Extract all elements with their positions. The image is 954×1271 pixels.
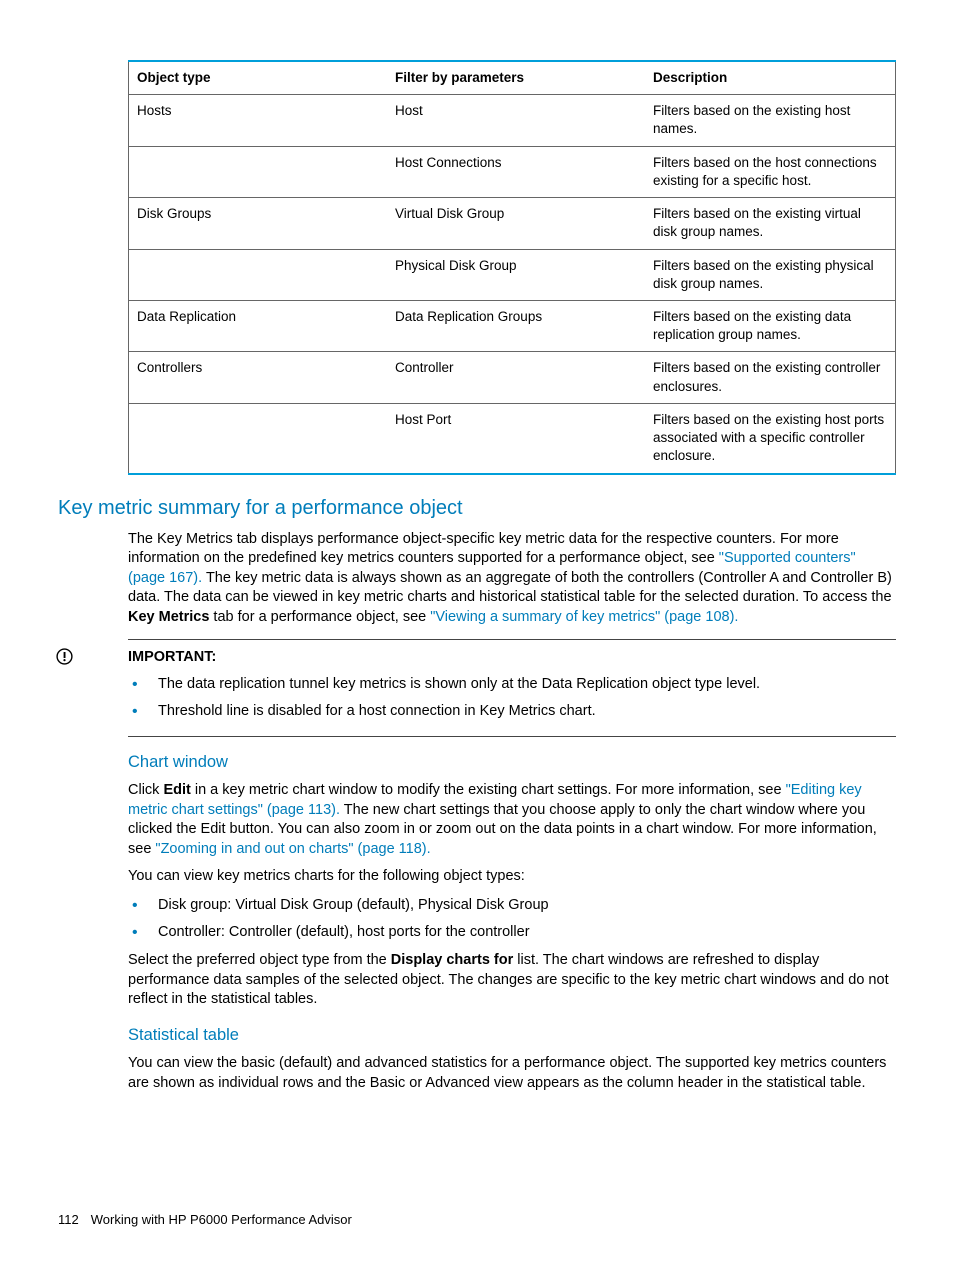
page-number: 112: [58, 1212, 79, 1227]
table-row: Data Replication Data Replication Groups…: [129, 300, 896, 351]
cell: Filters based on the host connections ex…: [645, 146, 896, 197]
cell: Filters based on the existing physical d…: [645, 249, 896, 300]
cell: Data Replication Groups: [387, 300, 645, 351]
cell: Disk Groups: [129, 198, 388, 249]
footer-title: Working with HP P6000 Performance Adviso…: [91, 1212, 352, 1227]
cell: Filters based on the existing controller…: [645, 352, 896, 403]
cell: Filters based on the existing host ports…: [645, 403, 896, 473]
paragraph: Click Edit in a key metric chart window …: [128, 781, 896, 859]
bold-text: Edit: [163, 782, 190, 798]
table-row: Controllers Controller Filters based on …: [129, 352, 896, 403]
text: The key metric data is always shown as a…: [128, 570, 892, 606]
filter-parameters-table: Object type Filter by parameters Descrip…: [128, 60, 896, 475]
important-icon: [56, 648, 73, 672]
header-object-type: Object type: [129, 61, 388, 95]
section-heading-key-metric-summary: Key metric summary for a performance obj…: [58, 495, 896, 522]
content-column: Object type Filter by parameters Descrip…: [128, 60, 896, 1093]
text: in a key metric chart window to modify t…: [191, 782, 786, 798]
table-row: Disk Groups Virtual Disk Group Filters b…: [129, 198, 896, 249]
list-item: Threshold line is disabled for a host co…: [158, 701, 896, 722]
cell: Controllers: [129, 352, 388, 403]
cell: Controller: [387, 352, 645, 403]
cell: Data Replication: [129, 300, 388, 351]
list-item: Disk group: Virtual Disk Group (default)…: [158, 895, 896, 916]
important-callout: IMPORTANT: The data replication tunnel k…: [128, 639, 896, 737]
important-list: The data replication tunnel key metrics …: [128, 674, 896, 722]
text: Select the preferred object type from th…: [128, 952, 391, 968]
paragraph: You can view key metrics charts for the …: [128, 867, 896, 887]
link-viewing-summary[interactable]: "Viewing a summary of key metrics" (page…: [430, 609, 738, 625]
page-footer: 112 Working with HP P6000 Performance Adv…: [58, 1211, 352, 1229]
object-type-list: Disk group: Virtual Disk Group (default)…: [128, 895, 896, 943]
cell: Host: [387, 95, 645, 146]
table-row: Physical Disk Group Filters based on the…: [129, 249, 896, 300]
important-label: IMPORTANT:: [128, 640, 896, 668]
cell: [129, 403, 388, 473]
subsection-chart-window: Chart window: [128, 751, 896, 773]
cell: Hosts: [129, 95, 388, 146]
bold-text: Display charts for: [391, 952, 514, 968]
cell: Filters based on the existing host names…: [645, 95, 896, 146]
paragraph: The Key Metrics tab displays performance…: [128, 530, 896, 628]
cell: Filters based on the existing virtual di…: [645, 198, 896, 249]
table-header-row: Object type Filter by parameters Descrip…: [129, 61, 896, 95]
cell: Host Port: [387, 403, 645, 473]
link-zooming[interactable]: "Zooming in and out on charts" (page 118…: [155, 841, 430, 857]
cell: Virtual Disk Group: [387, 198, 645, 249]
subsection-statistical-table: Statistical table: [128, 1024, 896, 1046]
cell: [129, 249, 388, 300]
text: Click: [128, 782, 163, 798]
header-filter-by: Filter by parameters: [387, 61, 645, 95]
table-row: Host Port Filters based on the existing …: [129, 403, 896, 473]
bold-text: Key Metrics: [128, 609, 209, 625]
cell: Physical Disk Group: [387, 249, 645, 300]
table-row: Host Connections Filters based on the ho…: [129, 146, 896, 197]
list-item: Controller: Controller (default), host p…: [158, 922, 896, 943]
text: tab for a performance object, see: [209, 609, 430, 625]
cell: Filters based on the existing data repli…: [645, 300, 896, 351]
header-description: Description: [645, 61, 896, 95]
paragraph: You can view the basic (default) and adv…: [128, 1054, 896, 1093]
paragraph: Select the preferred object type from th…: [128, 951, 896, 1010]
cell: Host Connections: [387, 146, 645, 197]
cell: [129, 146, 388, 197]
page: Object type Filter by parameters Descrip…: [0, 0, 954, 1271]
table-row: Hosts Host Filters based on the existing…: [129, 95, 896, 146]
list-item: The data replication tunnel key metrics …: [158, 674, 896, 695]
